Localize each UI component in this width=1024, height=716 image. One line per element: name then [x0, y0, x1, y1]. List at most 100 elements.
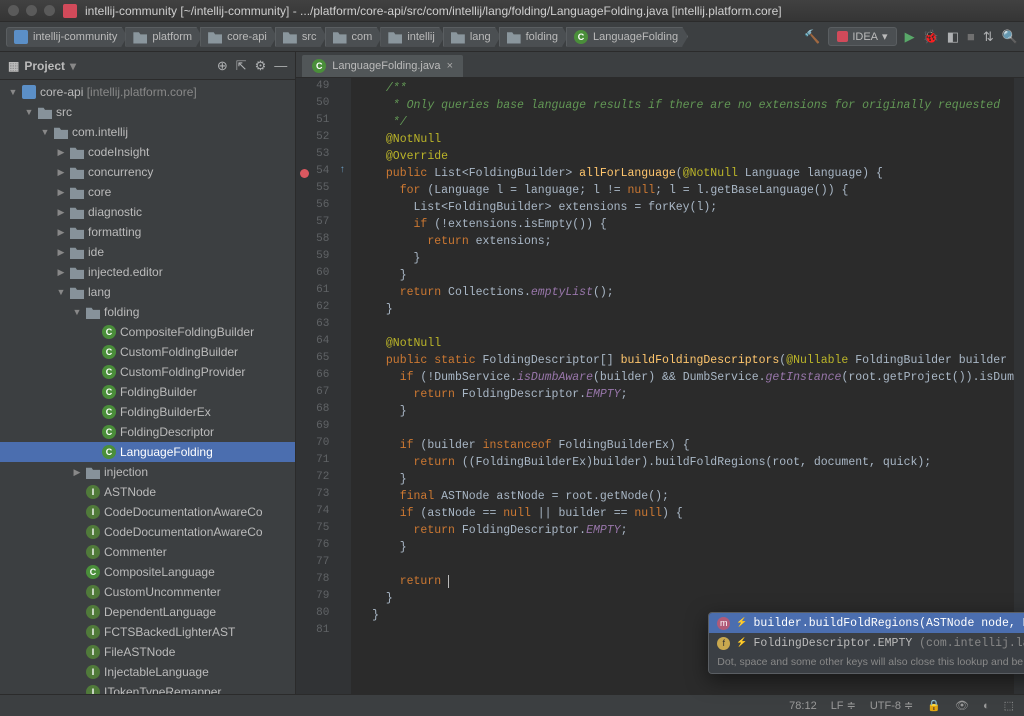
caret-position[interactable]: 78:12: [789, 700, 817, 712]
tree-arrow-icon[interactable]: ▶: [56, 207, 66, 218]
minimize-window-icon[interactable]: [26, 5, 37, 16]
code-line[interactable]: @NotNull: [358, 131, 1014, 148]
code-line[interactable]: }: [358, 301, 1014, 318]
line-number[interactable]: 51: [296, 114, 351, 131]
line-number[interactable]: 71: [296, 454, 351, 471]
code-line[interactable]: if (builder instanceof FoldingBuilderEx)…: [358, 437, 1014, 454]
line-number[interactable]: 74: [296, 505, 351, 522]
code-line[interactable]: }: [358, 250, 1014, 267]
tree-node[interactable]: CCompositeLanguage: [0, 562, 295, 582]
tree-node[interactable]: ▶injected.editor: [0, 262, 295, 282]
close-window-icon[interactable]: [8, 5, 19, 16]
tree-arrow-icon[interactable]: ▼: [24, 107, 34, 117]
code-line[interactable]: }: [358, 590, 1014, 607]
line-number[interactable]: 80: [296, 607, 351, 624]
tree-node[interactable]: IDependentLanguage: [0, 602, 295, 622]
tree-node[interactable]: ▶formatting: [0, 222, 295, 242]
tree-arrow-icon[interactable]: ▶: [56, 247, 66, 258]
line-number[interactable]: 62: [296, 301, 351, 318]
coverage-button[interactable]: ◧: [947, 29, 959, 45]
breadcrumb[interactable]: intellij-communityplatformcore-apisrccom…: [6, 27, 686, 47]
memory-indicator[interactable]: ◐: [983, 700, 990, 712]
line-number[interactable]: 59: [296, 250, 351, 267]
code-line[interactable]: if (!extensions.isEmpty()) {: [358, 216, 1014, 233]
tree-node[interactable]: ▶injection: [0, 462, 295, 482]
tree-node[interactable]: ICommenter: [0, 542, 295, 562]
line-number[interactable]: 81: [296, 624, 351, 641]
code-line[interactable]: }: [358, 539, 1014, 556]
zoom-window-icon[interactable]: [44, 5, 55, 16]
code-line[interactable]: for (Language l = language; l != null; l…: [358, 182, 1014, 199]
tree-node[interactable]: ▶core: [0, 182, 295, 202]
code-line[interactable]: return: [358, 573, 1014, 590]
line-number[interactable]: 61: [296, 284, 351, 301]
hide-panel-icon[interactable]: —: [274, 58, 287, 74]
line-separator[interactable]: LF ≑: [831, 699, 856, 712]
line-number[interactable]: 79: [296, 590, 351, 607]
line-number[interactable]: 60: [296, 267, 351, 284]
tree-node[interactable]: CLanguageFolding: [0, 442, 295, 462]
tree-node[interactable]: CCustomFoldingProvider: [0, 362, 295, 382]
tree-node[interactable]: IFileASTNode: [0, 642, 295, 662]
chevron-down-icon[interactable]: ▾: [70, 59, 76, 73]
breadcrumb-item[interactable]: folding: [499, 27, 568, 47]
code-line[interactable]: }: [358, 403, 1014, 420]
tree-arrow-icon[interactable]: ▶: [72, 467, 82, 478]
vcs-update-icon[interactable]: ⇅: [983, 29, 994, 45]
line-number[interactable]: 53: [296, 148, 351, 165]
line-number[interactable]: 65: [296, 352, 351, 369]
editor-tabs[interactable]: C LanguageFolding.java ×: [296, 52, 1024, 78]
code-line[interactable]: */: [358, 114, 1014, 131]
breadcrumb-item[interactable]: lang: [443, 27, 501, 47]
line-number[interactable]: 77: [296, 556, 351, 573]
code-line[interactable]: @Override: [358, 148, 1014, 165]
code-line[interactable]: return extensions;: [358, 233, 1014, 250]
file-encoding[interactable]: UTF-8 ≑: [870, 699, 913, 712]
debug-button[interactable]: 🐞: [923, 29, 939, 45]
code-line[interactable]: [358, 556, 1014, 573]
code-completion-popup[interactable]: m⚡builder.buildFoldRegions(ASTNode node,…: [708, 612, 1024, 674]
traffic-lights[interactable]: [8, 5, 55, 16]
stop-button[interactable]: ■: [967, 29, 975, 44]
tree-arrow-icon[interactable]: ▶: [56, 267, 66, 278]
breadcrumb-item[interactable]: intellij-community: [6, 27, 127, 47]
code-line[interactable]: return Collections.emptyList();: [358, 284, 1014, 301]
breadcrumb-item[interactable]: platform: [125, 27, 202, 47]
code-editor[interactable]: /** * Only queries base language results…: [352, 78, 1014, 694]
tree-arrow-icon[interactable]: ▼: [40, 127, 50, 137]
line-number[interactable]: 55: [296, 182, 351, 199]
close-tab-icon[interactable]: ×: [447, 60, 453, 72]
tree-node[interactable]: IITokenTypeRemapper: [0, 682, 295, 694]
tree-node[interactable]: CCustomFoldingBuilder: [0, 342, 295, 362]
code-line[interactable]: return FoldingDescriptor.EMPTY;: [358, 386, 1014, 403]
code-line[interactable]: return ((FoldingBuilderEx)builder).build…: [358, 454, 1014, 471]
line-number[interactable]: 68: [296, 403, 351, 420]
editor-tab[interactable]: C LanguageFolding.java ×: [302, 55, 463, 77]
inspections-icon[interactable]: 👁: [955, 699, 969, 712]
line-number[interactable]: 63: [296, 318, 351, 335]
tree-node[interactable]: CCompositeFoldingBuilder: [0, 322, 295, 342]
code-line[interactable]: public List<FoldingBuilder> allForLangua…: [358, 165, 1014, 182]
breadcrumb-item[interactable]: src: [275, 27, 327, 47]
breadcrumb-item[interactable]: core-api: [200, 27, 277, 47]
code-line[interactable]: /**: [358, 80, 1014, 97]
tree-node[interactable]: ▶diagnostic: [0, 202, 295, 222]
tree-node[interactable]: ▼src: [0, 102, 295, 122]
tree-node[interactable]: ▼core-api [intellij.platform.core]: [0, 82, 295, 102]
line-number[interactable]: 78: [296, 573, 351, 590]
settings-gear-icon[interactable]: ⚙: [255, 58, 267, 74]
breadcrumb-item[interactable]: CLanguageFolding: [566, 27, 688, 47]
code-line[interactable]: final ASTNode astNode = root.getNode();: [358, 488, 1014, 505]
line-number[interactable]: 75: [296, 522, 351, 539]
scroll-from-source-icon[interactable]: ⊕: [217, 58, 228, 74]
line-number[interactable]: 70: [296, 437, 351, 454]
tree-node[interactable]: ICodeDocumentationAwareCo: [0, 502, 295, 522]
code-line[interactable]: @NotNull: [358, 335, 1014, 352]
line-number[interactable]: 49: [296, 80, 351, 97]
build-icon[interactable]: 🔨: [804, 29, 820, 45]
tree-node[interactable]: ICodeDocumentationAwareCo: [0, 522, 295, 542]
code-line[interactable]: [358, 318, 1014, 335]
code-line[interactable]: if (!DumbService.isDumbAware(builder) &&…: [358, 369, 1014, 386]
line-number[interactable]: 54: [296, 165, 351, 182]
tree-node[interactable]: CFoldingBuilder: [0, 382, 295, 402]
